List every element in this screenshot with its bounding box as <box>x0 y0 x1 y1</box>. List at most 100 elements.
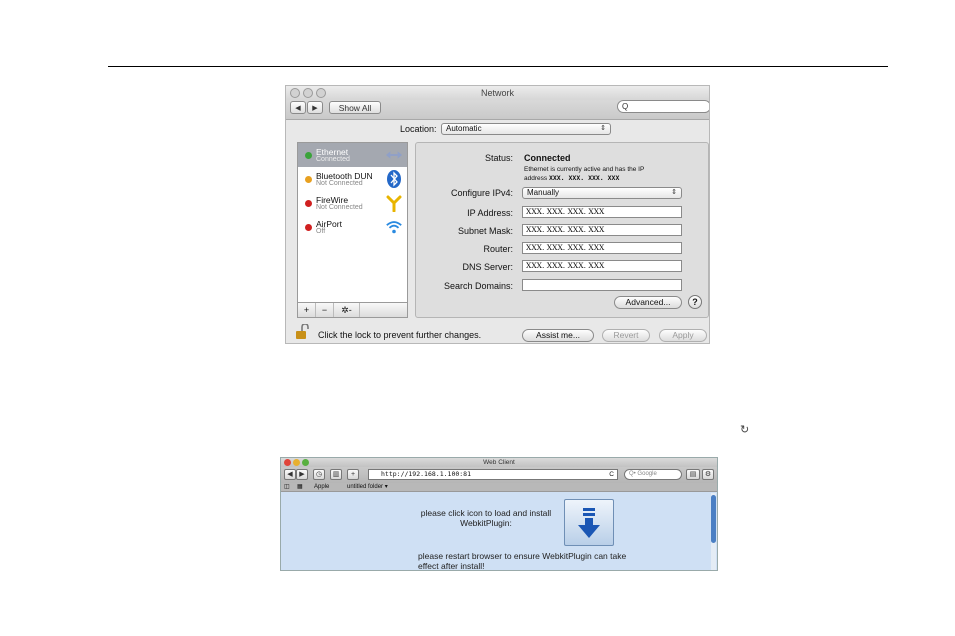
status-label: Status: <box>484 153 513 163</box>
service-item-firewire[interactable]: FireWire Not Connected <box>298 191 407 215</box>
assist-me-button[interactable]: Assist me... <box>522 329 594 342</box>
service-item-airport[interactable]: AirPort Off <box>298 215 407 239</box>
status-ip: XXX. XXX. XXX. XXX <box>548 174 620 182</box>
wifi-icon <box>385 219 403 235</box>
detail-pane: Status: Connected Ethernet is currently … <box>415 142 709 318</box>
google-search-field[interactable]: Q• Google <box>624 469 682 480</box>
address-bar[interactable]: http://192.168.1.100:81 C <box>368 469 618 480</box>
status-description-address: address XXX. XXX. XXX. XXX <box>524 174 619 182</box>
page-content: please click icon to load and install We… <box>281 493 717 571</box>
back-arrow-icon: ◀ <box>287 471 293 478</box>
gear-icon: ⚙ <box>704 471 712 478</box>
url-text: http://192.168.1.100:81 <box>381 470 472 478</box>
bluetooth-icon <box>385 170 403 188</box>
status-dot <box>305 200 312 207</box>
select-arrows-icon: ⇕ <box>600 125 606 132</box>
configure-ipv4-label: Configure IPv4: <box>450 188 513 198</box>
status-value: Connected <box>524 153 571 163</box>
subnet-mask-label: Subnet Mask: <box>457 226 513 236</box>
ethernet-icon <box>385 147 403 163</box>
service-status: Off <box>316 228 326 235</box>
bookmarks-bar: ◫ ▦ Apple untitled folder ▾ <box>281 483 717 492</box>
download-arrow-icon <box>578 507 600 538</box>
plus-icon: + <box>350 471 356 478</box>
ip-address-label: IP Address: <box>467 208 513 218</box>
install-plugin-button[interactable] <box>564 499 614 546</box>
lock-icon[interactable] <box>295 323 311 340</box>
install-message-line-1: please click icon to load and install <box>420 508 552 518</box>
reader-button[interactable]: ▤ <box>686 469 700 480</box>
install-message-line-2: WebkitPlugin: <box>460 518 512 528</box>
location-select[interactable]: Automatic ⇕ <box>441 123 611 135</box>
dns-server-label: DNS Server: <box>462 262 513 272</box>
select-arrows-icon: ⇕ <box>671 189 677 196</box>
subnet-mask-field[interactable]: XXX. XXX. XXX. XXX <box>522 224 682 236</box>
title-bar: Network <box>286 86 709 100</box>
search-field[interactable]: Q <box>617 100 709 113</box>
service-status: Not Connected <box>316 204 363 211</box>
book-icon: ▥ <box>332 471 340 478</box>
reading-list-icon[interactable]: ◫ <box>284 483 290 492</box>
remove-service-button[interactable]: − <box>316 303 334 317</box>
bookmark-untitled-folder[interactable]: untitled folder ▾ <box>347 483 388 492</box>
status-address-word: address <box>524 175 548 182</box>
status-dot <box>305 152 312 159</box>
add-bookmark-button[interactable]: + <box>347 469 359 480</box>
forward-arrow-icon: ▶ <box>312 104 318 112</box>
network-preferences-window: Network ◀ ▶ Show All Q Location: Automat… <box>285 85 710 344</box>
status-dot <box>305 224 312 231</box>
status-description: Ethernet is currently active and has the… <box>524 166 645 173</box>
search-icon: Q <box>622 102 629 111</box>
browser-window-title: Web Client <box>483 459 515 466</box>
forward-button[interactable]: ▶ <box>296 469 308 480</box>
lock-text: Click the lock to prevent further change… <box>318 330 482 340</box>
firewire-icon <box>385 195 403 212</box>
help-button[interactable]: ? <box>688 295 702 309</box>
clock-icon: ◷ <box>315 471 323 478</box>
browser-title-bar: Web Client <box>281 458 717 467</box>
configure-ipv4-value: Manually <box>527 188 560 197</box>
forward-button[interactable]: ▶ <box>307 101 323 114</box>
restart-message-line-1: please restart browser to ensure WebkitP… <box>418 551 627 561</box>
install-message: please click icon to load and install We… <box>411 508 561 528</box>
top-rule <box>108 66 888 67</box>
scrollbar-thumb[interactable] <box>711 495 716 543</box>
router-label: Router: <box>483 244 513 254</box>
location-value: Automatic <box>446 124 482 133</box>
back-button[interactable]: ◀ <box>284 469 296 480</box>
service-status: Connected <box>316 156 350 163</box>
service-item-bluetooth-dun[interactable]: Bluetooth DUN Not Connected <box>298 167 407 191</box>
reload-button[interactable]: C <box>609 470 614 479</box>
search-domains-label: Search Domains: <box>443 281 513 291</box>
top-sites-icon[interactable]: ▦ <box>297 483 303 492</box>
back-arrow-icon: ◀ <box>295 104 301 112</box>
reader-icon: ▤ <box>689 471 697 478</box>
router-field[interactable]: XXX. XXX. XXX. XXX <box>522 242 682 254</box>
search-domains-field[interactable] <box>522 279 682 291</box>
ip-address-field[interactable]: XXX. XXX. XXX. XXX <box>522 206 682 218</box>
revert-button[interactable]: Revert <box>602 329 650 342</box>
service-status: Not Connected <box>316 180 363 187</box>
dns-server-field[interactable]: XXX. XXX. XXX. XXX <box>522 260 682 272</box>
service-list-controls: + − ✲- <box>297 302 408 318</box>
apply-button[interactable]: Apply <box>659 329 707 342</box>
show-all-button[interactable]: Show All <box>329 101 381 114</box>
action-menu-button[interactable]: ✲- <box>334 303 360 317</box>
browser-toolbar: ◀ ▶ ◷ ▥ + http://192.168.1.100:81 C Q• G… <box>281 467 717 483</box>
reload-icon: ↻ <box>740 424 750 436</box>
restart-message: please restart browser to ensure WebkitP… <box>418 551 627 571</box>
add-service-button[interactable]: + <box>298 303 316 317</box>
status-dot <box>305 176 312 183</box>
vertical-scrollbar[interactable] <box>711 493 716 570</box>
location-label: Location: <box>400 124 437 134</box>
history-button[interactable]: ◷ <box>313 469 325 480</box>
restart-message-line-2: effect after install! <box>418 561 485 571</box>
back-button[interactable]: ◀ <box>290 101 306 114</box>
bookmark-apple[interactable]: Apple <box>314 483 329 492</box>
settings-button[interactable]: ⚙ <box>702 469 714 480</box>
configure-ipv4-select[interactable]: Manually ⇕ <box>522 187 682 199</box>
service-list: Ethernet Connected Bluetooth DUN Not Con… <box>297 142 408 318</box>
advanced-button[interactable]: Advanced... <box>614 296 682 309</box>
service-item-ethernet[interactable]: Ethernet Connected <box>298 143 407 167</box>
bookmarks-button[interactable]: ▥ <box>330 469 342 480</box>
